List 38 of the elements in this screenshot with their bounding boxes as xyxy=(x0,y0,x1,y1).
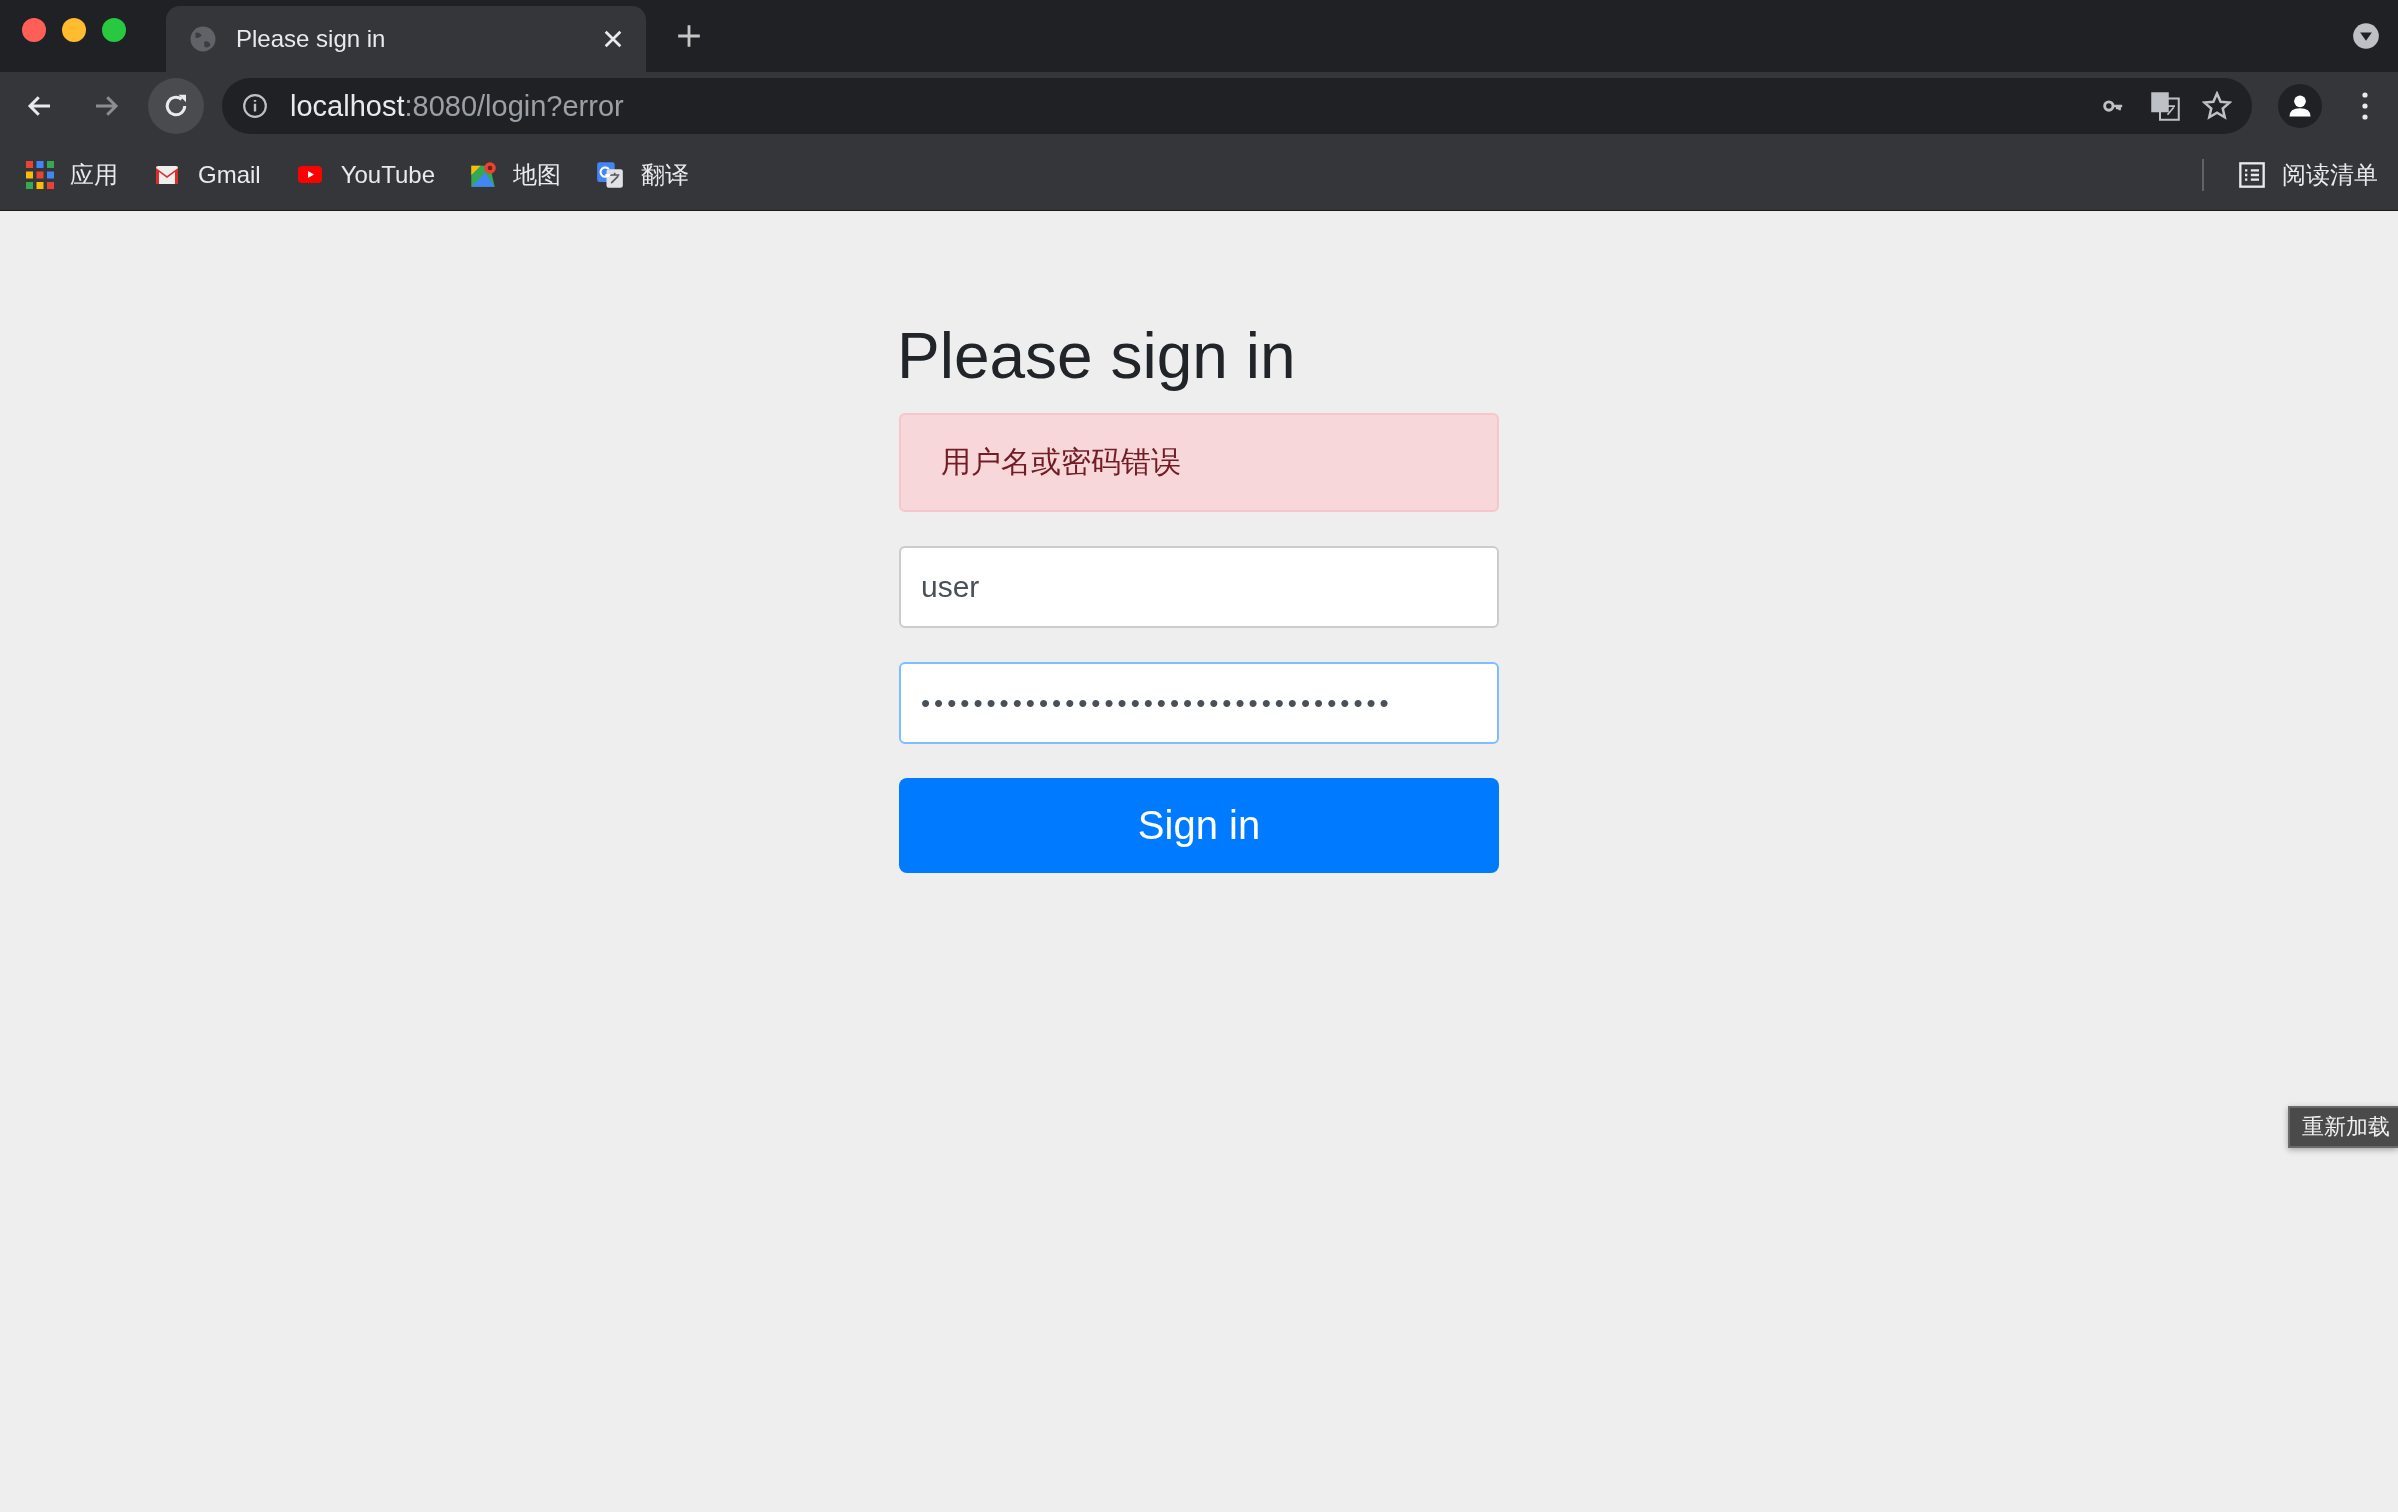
reload-button[interactable] xyxy=(148,78,204,134)
reading-list-button[interactable]: 阅读清单 xyxy=(2238,159,2378,191)
zoom-window-button[interactable] xyxy=(102,18,126,42)
plus-icon xyxy=(676,23,702,49)
bookmark-link[interactable]: 地图 xyxy=(469,159,561,191)
close-tab-button[interactable] xyxy=(602,28,624,50)
address-bar[interactable]: localhost:8080/login?error xyxy=(222,78,2252,134)
minimize-window-button[interactable] xyxy=(62,18,86,42)
bookmark-link[interactable]: 应用 xyxy=(26,159,118,191)
translate-button[interactable] xyxy=(2150,91,2180,121)
tab-title: Please sign in xyxy=(236,25,387,53)
error-alert: 用户名或密码错误 xyxy=(899,413,1499,513)
address-text: localhost:8080/login?error xyxy=(290,89,625,123)
bookmark-star-button[interactable] xyxy=(2202,91,2232,121)
page-heading: Please sign in xyxy=(897,321,1297,392)
info-icon xyxy=(242,93,268,119)
close-window-button[interactable] xyxy=(22,18,46,42)
caret-down-icon xyxy=(2352,22,2380,50)
list-icon xyxy=(2238,161,2266,189)
translate-icon xyxy=(595,161,625,189)
bookmark-link[interactable]: YouTube xyxy=(294,161,435,189)
sign-in-button[interactable]: Sign in xyxy=(899,778,1499,874)
globe-icon xyxy=(188,24,218,54)
map-pin-icon xyxy=(469,161,497,189)
close-icon xyxy=(602,28,624,50)
username-field[interactable]: user xyxy=(899,546,1499,629)
new-tab-button[interactable] xyxy=(676,23,702,49)
apps-grid-icon xyxy=(26,161,54,189)
tooltip: 重新加载 xyxy=(2288,1106,2398,1148)
browser-tab[interactable]: Please sign in xyxy=(166,6,646,72)
more-vertical-icon xyxy=(2360,91,2370,121)
password-field[interactable]: •••••••••••••••••••••••••••••••••••• xyxy=(899,662,1499,745)
translate-icon xyxy=(2150,91,2180,121)
profile-button[interactable] xyxy=(2278,84,2322,128)
tab-search-button[interactable] xyxy=(2352,22,2380,50)
bookmark-link[interactable]: 翻译 xyxy=(595,159,689,191)
star-icon xyxy=(2202,91,2232,121)
bookmark-link[interactable]: Gmail xyxy=(152,161,261,189)
